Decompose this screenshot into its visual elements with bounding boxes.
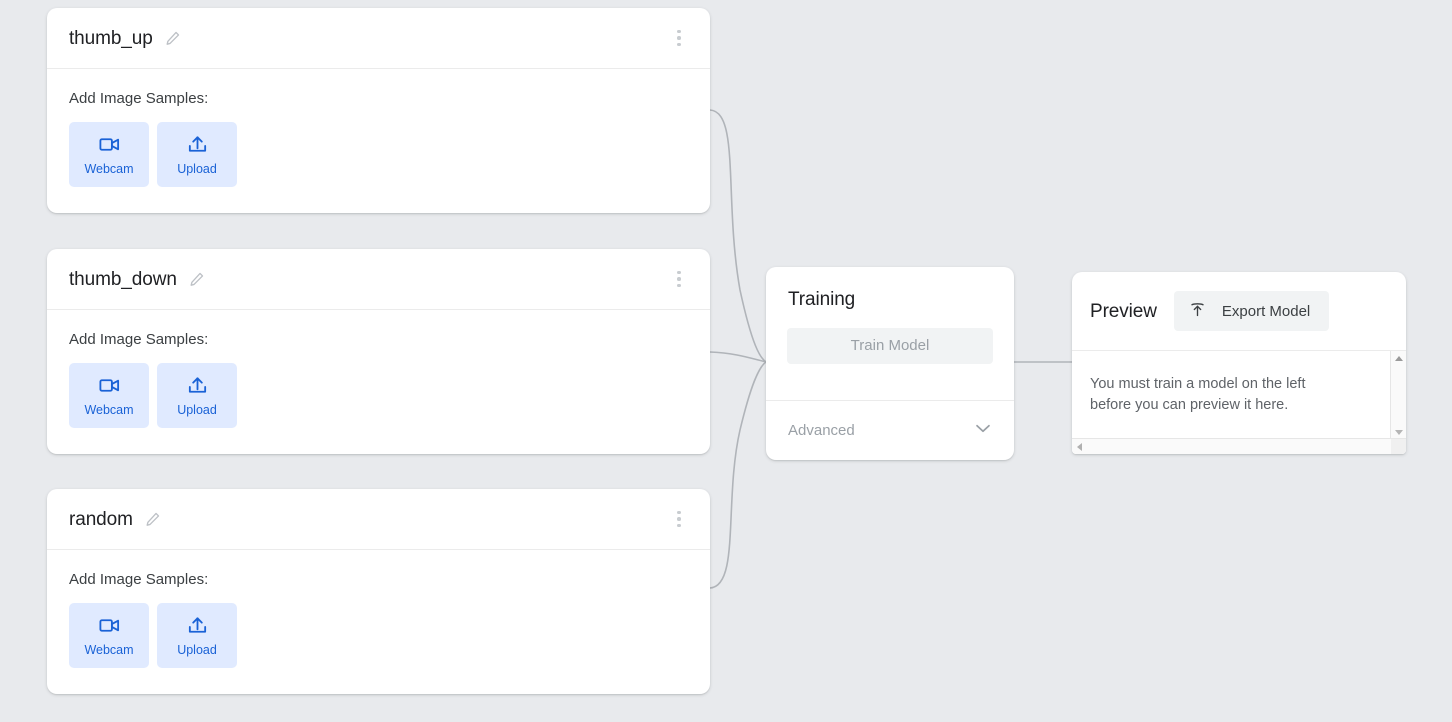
sample-source-buttons: Webcam Upload — [69, 122, 688, 187]
class-card-body: Add Image Samples: Webcam Upload — [47, 69, 710, 187]
training-panel: Training Train Model Advanced — [766, 267, 1014, 460]
webcam-label: Webcam — [84, 643, 134, 658]
upload-icon — [186, 133, 209, 156]
class-card-thumb-up[interactable]: thumb_up Add Image Samples: Webcam Uploa… — [47, 8, 710, 213]
add-image-samples-label: Add Image Samples: — [69, 331, 209, 348]
upload-label: Upload — [177, 162, 217, 177]
webcam-icon — [98, 614, 121, 637]
webcam-label: Webcam — [84, 162, 134, 177]
preview-message: You must train a model on the left befor… — [1090, 376, 1306, 413]
training-title: Training — [788, 289, 856, 310]
chevron-down-icon — [972, 417, 994, 444]
upload-icon — [186, 614, 209, 637]
pencil-icon[interactable] — [188, 271, 205, 288]
webcam-button[interactable]: Webcam — [69, 363, 149, 428]
preview-vertical-scrollbar[interactable] — [1390, 351, 1406, 440]
webcam-icon — [98, 374, 121, 397]
add-image-samples-label: Add Image Samples: — [69, 571, 209, 588]
webcam-button[interactable]: Webcam — [69, 122, 149, 187]
webcam-button[interactable]: Webcam — [69, 603, 149, 668]
sample-source-buttons: Webcam Upload — [69, 363, 688, 428]
sample-source-buttons: Webcam Upload — [69, 603, 688, 668]
class-card-header: thumb_up — [47, 8, 710, 69]
train-model-button[interactable]: Train Model — [787, 328, 993, 364]
webcam-icon — [98, 133, 121, 156]
upload-icon — [186, 374, 209, 397]
preview-header: Preview Export Model — [1072, 272, 1406, 351]
kebab-menu-icon[interactable] — [670, 509, 688, 529]
kebab-menu-icon[interactable] — [670, 28, 688, 48]
pencil-icon[interactable] — [164, 30, 181, 47]
upload-label: Upload — [177, 643, 217, 658]
class-card-body: Add Image Samples: Webcam Upload — [47, 550, 710, 668]
class-card-thumb-down[interactable]: thumb_down Add Image Samples: Webcam Upl… — [47, 249, 710, 454]
class-name-label: thumb_up — [69, 27, 153, 49]
scrollbar-corner — [1391, 439, 1406, 454]
preview-title: Preview — [1090, 300, 1157, 322]
class-name-label: thumb_down — [69, 268, 177, 290]
preview-panel: Preview Export Model You must train a mo… — [1072, 272, 1406, 454]
class-name-label: random — [69, 508, 133, 530]
add-image-samples-label: Add Image Samples: — [69, 90, 209, 107]
pencil-icon[interactable] — [144, 511, 161, 528]
webcam-label: Webcam — [84, 403, 134, 418]
triangle-up-icon[interactable] — [1391, 351, 1406, 366]
export-model-label: Export Model — [1221, 302, 1311, 320]
class-card-header: random — [47, 489, 710, 550]
preview-horizontal-scrollbar[interactable] — [1072, 438, 1406, 454]
export-model-button[interactable]: Export Model — [1173, 291, 1330, 331]
advanced-section-toggle[interactable]: Advanced — [766, 400, 1014, 460]
class-card-random[interactable]: random Add Image Samples: Webcam Upload — [47, 489, 710, 694]
class-card-body: Add Image Samples: Webcam Upload — [47, 310, 710, 428]
kebab-menu-icon[interactable] — [670, 269, 688, 289]
upload-label: Upload — [177, 403, 217, 418]
upload-button[interactable]: Upload — [157, 603, 237, 668]
class-card-header: thumb_down — [47, 249, 710, 310]
upload-arrow-icon — [1188, 300, 1207, 322]
triangle-left-icon[interactable] — [1072, 439, 1087, 454]
preview-body: You must train a model on the left befor… — [1072, 351, 1406, 454]
upload-button[interactable]: Upload — [157, 363, 237, 428]
advanced-label: Advanced — [788, 422, 855, 439]
upload-button[interactable]: Upload — [157, 122, 237, 187]
